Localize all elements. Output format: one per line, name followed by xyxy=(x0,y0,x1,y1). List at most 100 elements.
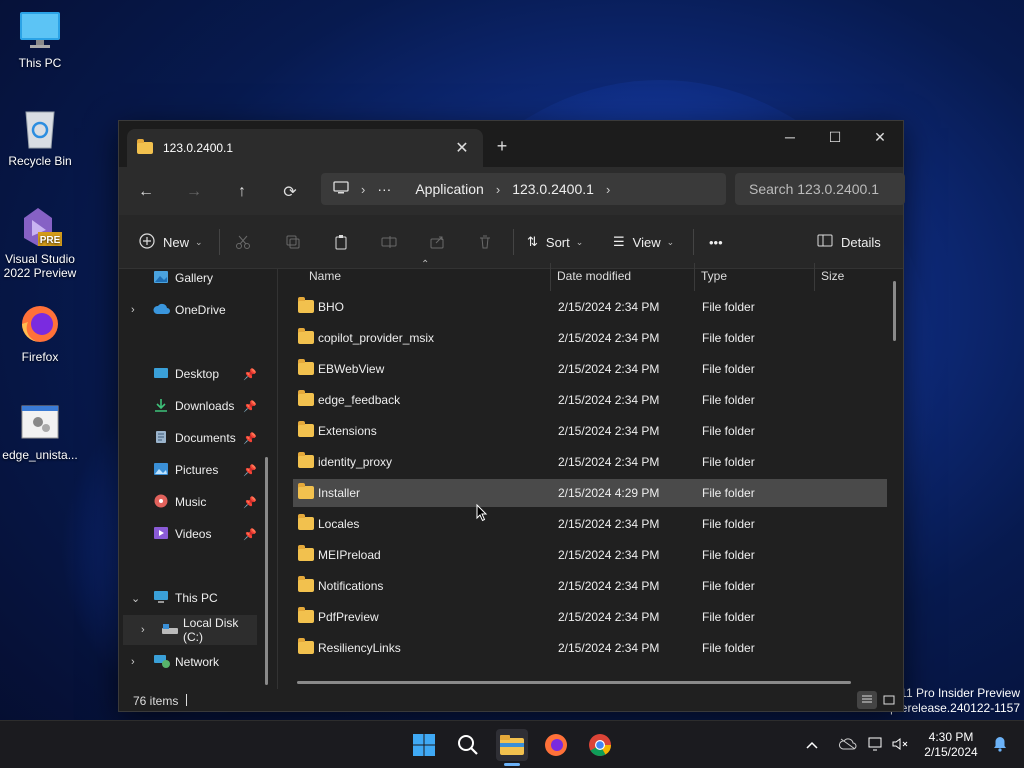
desktop-icon-recycle-bin[interactable]: Recycle Bin xyxy=(0,106,80,168)
title-bar: 123.0.2400.1 ✕ + ─ ☐ ✕ xyxy=(119,121,903,167)
item-count: 76 items xyxy=(133,694,179,708)
view-button[interactable]: ☰ View ⌄ xyxy=(613,229,674,255)
share-button[interactable] xyxy=(429,229,445,255)
forward-button[interactable]: → xyxy=(180,179,208,205)
address-overflow-button[interactable]: ··· xyxy=(377,181,391,197)
desktop-icon-this-pc[interactable]: This PC xyxy=(0,8,80,70)
pin-icon[interactable]: 📌 xyxy=(243,464,257,477)
rename-button[interactable] xyxy=(381,229,397,255)
onedrive-offline-icon[interactable] xyxy=(832,737,864,753)
sidebar-item-this-pc[interactable]: ⌄ This PC xyxy=(119,583,277,613)
folder-icon xyxy=(298,328,314,344)
up-button[interactable]: ↑ xyxy=(228,179,256,205)
search-button[interactable] xyxy=(452,729,484,761)
delete-button[interactable] xyxy=(477,229,493,255)
status-bar: 76 items xyxy=(119,689,903,713)
cut-button[interactable] xyxy=(235,229,251,255)
column-separator[interactable] xyxy=(694,263,695,291)
taskbar-chrome[interactable] xyxy=(584,729,616,761)
back-button[interactable]: ← xyxy=(132,179,160,205)
details-view-toggle[interactable] xyxy=(857,691,877,709)
breadcrumb-current[interactable]: 123.0.2400.1 xyxy=(512,181,594,197)
pin-icon[interactable]: 📌 xyxy=(243,368,257,381)
column-separator[interactable] xyxy=(814,263,815,291)
desktop-icon-visual-studio[interactable]: PRE Visual Studio 2022 Preview xyxy=(0,204,80,280)
table-row[interactable]: identity_proxy 2/15/2024 2:34 PM File fold… xyxy=(293,448,887,476)
table-row[interactable]: EBWebView 2/15/2024 2:34 PM File folder xyxy=(293,355,887,383)
column-separator[interactable] xyxy=(550,263,551,291)
minimize-button[interactable]: ─ xyxy=(767,121,813,153)
network-status-icon[interactable] xyxy=(864,737,888,754)
column-header-size[interactable]: Size xyxy=(821,269,844,283)
table-row[interactable]: copilot_provider_msix 2/15/2024 2:34 PM Fi… xyxy=(293,324,887,352)
desktop-icon-label: Recycle Bin xyxy=(8,154,72,168)
sidebar-item-documents[interactable]: Documents 📌 xyxy=(119,423,277,453)
chevron-right-icon[interactable]: › xyxy=(141,624,145,636)
column-header-date[interactable]: Date modified xyxy=(557,269,631,283)
more-options-button[interactable]: ••• xyxy=(709,229,723,255)
documents-icon xyxy=(153,430,171,446)
pin-icon[interactable]: 📌 xyxy=(243,496,257,509)
file-explorer-window: 123.0.2400.1 ✕ + ─ ☐ ✕ ← → ↑ ⟳ › ··· App… xyxy=(118,120,905,713)
column-header-type[interactable]: Type xyxy=(701,269,727,283)
taskbar-file-explorer[interactable] xyxy=(496,729,528,766)
sidebar-item-videos[interactable]: Videos 📌 xyxy=(119,519,277,549)
chevron-up-icon[interactable] xyxy=(800,738,824,752)
maximize-button[interactable]: ☐ xyxy=(812,121,858,153)
chevron-down-icon[interactable]: ⌄ xyxy=(131,592,140,605)
paste-button[interactable] xyxy=(333,229,349,255)
horizontal-scrollbar[interactable] xyxy=(297,681,851,684)
volume-muted-icon[interactable] xyxy=(888,737,912,754)
desktop-icon-firefox[interactable]: Firefox xyxy=(0,302,80,364)
sort-button[interactable]: ⇅ Sort ⌄ xyxy=(527,229,583,255)
pin-icon[interactable]: 📌 xyxy=(243,432,257,445)
sidebar-item-downloads[interactable]: Downloads 📌 xyxy=(119,391,277,421)
pin-icon[interactable]: 📌 xyxy=(243,400,257,413)
new-button[interactable]: New ⌄ xyxy=(139,229,203,255)
table-row[interactable]: Notifications 2/15/2024 2:34 PM File folde… xyxy=(293,572,887,600)
sidebar-item-desktop[interactable]: Desktop 📌 xyxy=(119,359,277,389)
sidebar-item-network[interactable]: › Network xyxy=(119,647,277,677)
sidebar-item-local-disk[interactable]: › Local Disk (C:) xyxy=(123,615,257,645)
table-row[interactable]: Locales 2/15/2024 2:34 PM File folder xyxy=(293,510,887,538)
clock[interactable]: 4:30 PM 2/15/2024 xyxy=(916,730,986,760)
tiles-view-toggle[interactable] xyxy=(879,691,899,709)
table-row[interactable]: edge_feedback 2/15/2024 2:34 PM File folde… xyxy=(293,386,887,414)
start-button[interactable] xyxy=(408,729,440,761)
installer-file-icon xyxy=(18,400,62,444)
breadcrumb-application[interactable]: Application xyxy=(415,181,484,197)
copy-button[interactable] xyxy=(285,229,301,255)
sidebar-item-pictures[interactable]: Pictures 📌 xyxy=(119,455,277,485)
pane-divider[interactable] xyxy=(277,269,278,689)
details-pane-button[interactable]: Details xyxy=(817,229,881,255)
sidebar-item-music[interactable]: Music 📌 xyxy=(119,487,277,517)
tab-current-folder[interactable]: 123.0.2400.1 ✕ xyxy=(127,129,483,167)
chevron-right-icon[interactable]: › xyxy=(131,656,135,668)
address-bar[interactable]: › ··· Application › 123.0.2400.1 › xyxy=(321,173,726,205)
desktop-icon-edge-uninstaller[interactable]: edge_unista... xyxy=(0,400,80,462)
table-row[interactable]: MEIPreload 2/15/2024 2:34 PM File folder xyxy=(293,541,887,569)
vertical-scrollbar[interactable] xyxy=(893,281,896,341)
sidebar-item-gallery[interactable]: Gallery xyxy=(119,263,277,293)
rename-icon xyxy=(381,236,397,248)
sidebar-scrollbar[interactable] xyxy=(265,457,268,685)
close-tab-icon[interactable]: ✕ xyxy=(451,137,473,159)
chrome-icon xyxy=(589,734,611,756)
table-row[interactable]: Extensions 2/15/2024 2:34 PM File folder xyxy=(293,417,887,445)
search-input[interactable]: Search 123.0.2400.1 xyxy=(735,173,905,205)
taskbar-firefox[interactable] xyxy=(540,729,572,761)
videos-icon xyxy=(153,526,171,542)
table-row[interactable]: BHO 2/15/2024 2:34 PM File folder xyxy=(293,293,887,321)
pin-icon[interactable]: 📌 xyxy=(243,528,257,541)
close-window-button[interactable]: ✕ xyxy=(857,121,903,153)
sidebar-item-onedrive[interactable]: › OneDrive xyxy=(119,295,277,325)
refresh-button[interactable]: ⟳ xyxy=(276,179,304,205)
notification-bell-icon[interactable] xyxy=(986,736,1014,755)
column-header-name[interactable]: Name xyxy=(309,269,341,283)
table-row[interactable]: PdfPreview 2/15/2024 2:34 PM File folder xyxy=(293,603,887,631)
table-row-hovered[interactable]: Installer 2/15/2024 4:29 PM File folder xyxy=(293,479,887,507)
new-tab-button[interactable]: + xyxy=(491,135,513,157)
status-divider xyxy=(186,694,187,706)
chevron-right-icon[interactable]: › xyxy=(131,304,135,316)
table-row[interactable]: ResiliencyLinks 2/15/2024 2:34 PM File fol… xyxy=(293,634,887,662)
